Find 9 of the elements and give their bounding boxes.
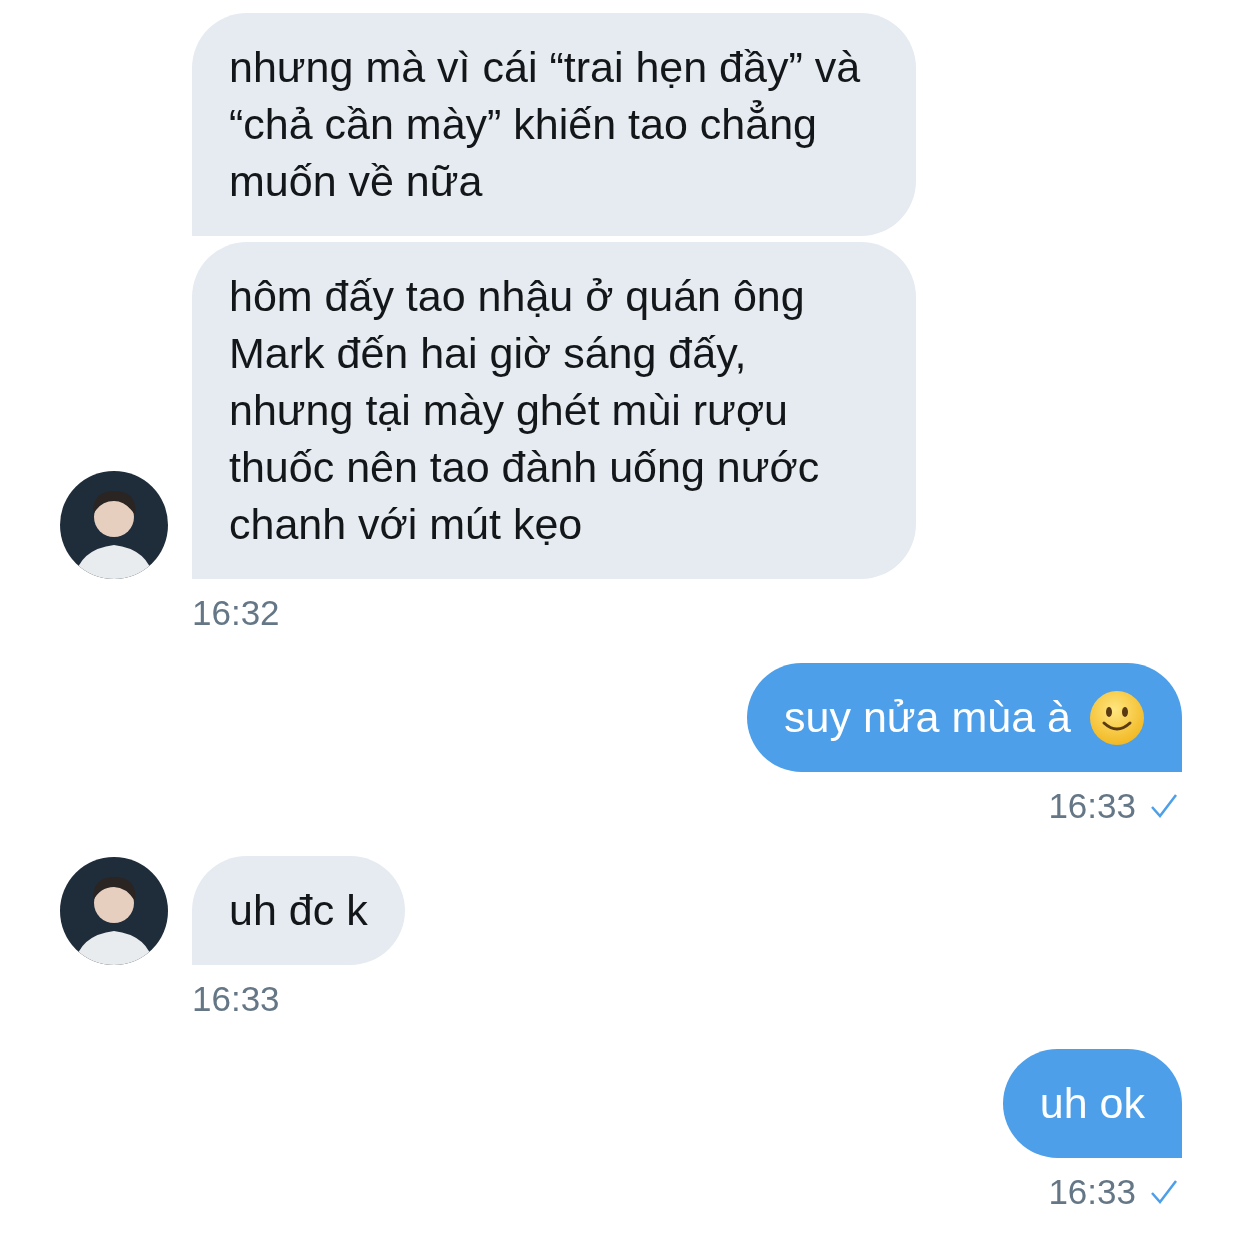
timestamp: 16:32 [192, 593, 280, 633]
message-text: suy nửa mùa à [784, 692, 1071, 743]
message-text: uh ok [1039, 1078, 1145, 1129]
message-text: nhưng mà vì cái “trai hẹn đầy” và “chả cần mày” khiến tao chẳng muốn về nữa [229, 42, 862, 207]
timestamp: 16:33 [1048, 1172, 1136, 1212]
message-text: uh đc k [229, 885, 368, 936]
message-text: hôm đấy tao nhậu ở quán ông Mark đến hai giờ sáng đấy, nhưng tại mày ghét mùi rượu thuốc nên tao đành uống nước chanh với mút kẹo [229, 271, 821, 550]
timestamp: 16:33 [1048, 786, 1136, 826]
timestamp: 16:33 [192, 979, 280, 1019]
